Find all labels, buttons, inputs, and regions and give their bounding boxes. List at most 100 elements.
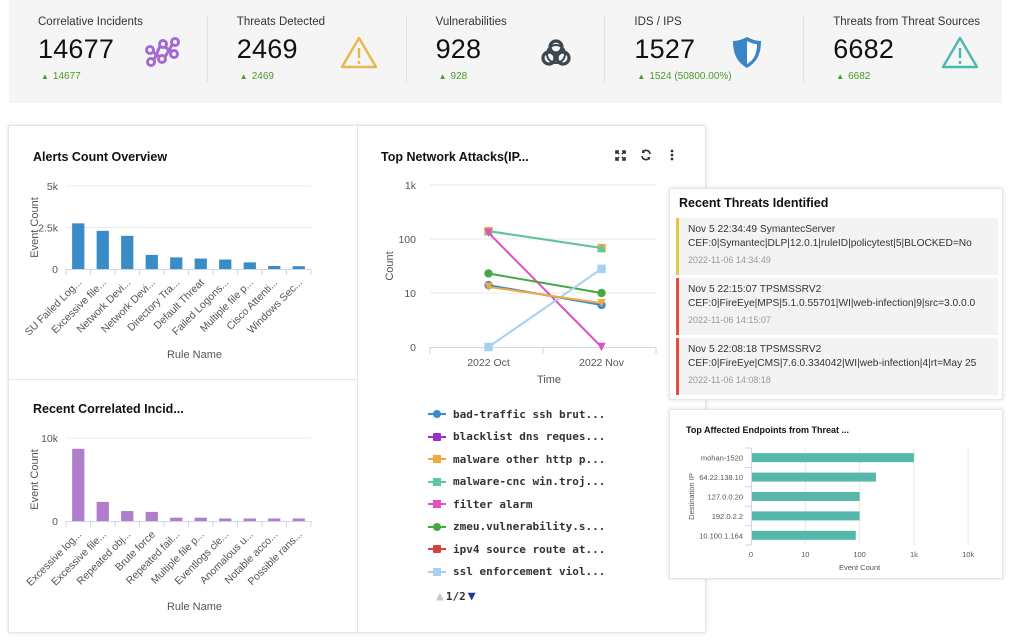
kpi-title: Threats from Threat Sources xyxy=(833,16,980,28)
pager-next-icon[interactable]: ▼ xyxy=(468,589,476,604)
legend-item[interactable]: malware-cnc win.troj... xyxy=(428,471,605,494)
bar[interactable] xyxy=(243,262,256,269)
legend-item[interactable]: blacklist dns reques... xyxy=(428,426,605,449)
kpi-delta-value: 928 xyxy=(450,71,468,82)
legend-item[interactable]: zmeu.vulnerability.s... xyxy=(428,516,605,539)
x-tick-label: 1k xyxy=(910,550,918,559)
y-tick-label: 192.0.2.2 xyxy=(712,512,743,521)
legend-marker-icon xyxy=(428,432,446,442)
legend-item[interactable]: malware other http p... xyxy=(428,448,605,471)
legend-label: malware other http p... xyxy=(453,452,606,466)
series-line xyxy=(484,282,606,308)
refresh-icon[interactable] xyxy=(639,148,653,162)
kpi-delta-value: 2469 xyxy=(251,71,274,82)
bar[interactable] xyxy=(268,518,281,521)
series-line xyxy=(484,264,606,352)
arrow-up-icon: ▲ xyxy=(836,72,845,81)
affected-endpoints-card: Top Affected Endpoints from Threat ... 0… xyxy=(669,409,1003,579)
bar[interactable] xyxy=(268,266,281,269)
series-path xyxy=(488,230,602,250)
kpi-threats-detected[interactable]: Threats Detected 2469 ▲ 2469 xyxy=(206,0,406,103)
x-tick-label: 10 xyxy=(801,550,809,559)
bar[interactable] xyxy=(72,223,85,269)
kpi-threats-from-sources[interactable]: Threats from Threat Sources 6682 ▲ 6682 xyxy=(803,0,1002,103)
kpi-ids-ips[interactable]: IDS / IPS 1527 ▲ 1524 (50800.00%) xyxy=(604,0,803,103)
y-tick-label: 127.0.0.20 xyxy=(708,493,743,502)
bar[interactable] xyxy=(243,518,256,521)
more-vertical-icon[interactable] xyxy=(665,148,679,162)
bar[interactable] xyxy=(145,511,158,521)
legend-marker-icon xyxy=(428,499,446,509)
bar[interactable] xyxy=(194,258,207,269)
biohazard-icon xyxy=(540,39,571,66)
arrow-up-icon: ▲ xyxy=(239,72,248,81)
bar[interactable] xyxy=(121,511,134,521)
bar[interactable] xyxy=(219,518,232,521)
bar[interactable] xyxy=(292,266,305,269)
data-point xyxy=(597,264,606,274)
network-attacks-legend: bad-traffic ssh brut... blacklist dns req… xyxy=(428,403,605,604)
x-axis-title: Rule Name xyxy=(167,601,222,613)
legend-marker-icon xyxy=(428,477,446,487)
bar[interactable] xyxy=(170,257,183,269)
bar[interactable] xyxy=(752,492,860,501)
arrow-up-icon: ▲ xyxy=(41,72,49,81)
y-tick-label: 1k xyxy=(405,180,417,192)
y-tick-label: 10k xyxy=(41,433,59,445)
bar[interactable] xyxy=(96,501,109,521)
data-point xyxy=(484,342,493,352)
legend-item[interactable]: ssl enforcement viol... xyxy=(428,561,605,584)
pager-text: 1/2 xyxy=(445,590,466,603)
threat-item[interactable]: Nov 5 22:08:18 TPSMSSRV2 CEF:0|FireEye|C… xyxy=(676,338,998,395)
widget-title-alerts: Alerts Count Overview xyxy=(33,150,168,164)
kpi-value: 2469 xyxy=(236,34,298,64)
legend-label: bad-traffic ssh brut... xyxy=(453,407,606,421)
legend-item[interactable]: ipv4 source route at... xyxy=(428,538,605,561)
data-point xyxy=(484,269,493,278)
divider xyxy=(9,379,357,380)
kpi-delta: ▲ 928 xyxy=(436,71,605,82)
threat-source: Nov 5 22:15:07 TPSMSSRV2 xyxy=(688,284,822,295)
correlated-incidents-chart: 010kExcessive log...Excessive file...Rep… xyxy=(24,433,312,613)
bar[interactable] xyxy=(72,448,85,521)
bar[interactable] xyxy=(170,517,183,521)
expand-icon[interactable] xyxy=(613,148,627,162)
legend-label: malware-cnc win.troj... xyxy=(453,475,606,489)
legend-marker-icon xyxy=(428,567,446,577)
kpi-correlative-incidents[interactable]: Correlative Incidents 14677 ▲ 14677 xyxy=(9,0,207,103)
bar[interactable] xyxy=(145,254,158,269)
series-path xyxy=(487,268,603,348)
bar[interactable] xyxy=(752,472,876,482)
legend-item[interactable]: bad-traffic ssh brut... xyxy=(428,403,605,426)
bar[interactable] xyxy=(752,530,856,540)
kpi-delta: ▲ 14677 xyxy=(38,71,207,82)
bar[interactable] xyxy=(219,259,232,269)
bar[interactable] xyxy=(96,230,109,269)
bar[interactable] xyxy=(752,453,914,463)
widget-title-network: Top Network Attacks(IP... xyxy=(381,150,529,164)
threat-item[interactable]: Nov 5 22:34:49 SymantecServer CEF:0|Syma… xyxy=(676,218,998,275)
threat-item[interactable]: Nov 5 22:15:07 TPSMSSRV2 CEF:0|FireEye|M… xyxy=(676,278,998,335)
recent-threats-card: Recent Threats Identified Nov 5 22:34:49… xyxy=(669,188,1003,400)
legend-marker-icon xyxy=(428,454,446,464)
bar[interactable] xyxy=(292,518,305,521)
widget-title-correlated: Recent Correlated Incid... xyxy=(33,402,184,416)
threat-message: CEF:0|FireEye|MPS|5.1.0.55701|WI|web-inf… xyxy=(688,298,976,309)
graph-nodes-icon xyxy=(145,37,180,67)
pager-prev-icon[interactable]: ▲ xyxy=(436,589,444,604)
kpi-title: IDS / IPS xyxy=(634,16,682,28)
kpi-title: Correlative Incidents xyxy=(38,16,143,28)
widget-title-endpoints: Top Affected Endpoints from Threat ... xyxy=(686,425,849,435)
y-tick-label: 100 xyxy=(398,234,416,246)
legend-item[interactable]: filter alarm xyxy=(428,493,605,516)
x-tick-label: 10k xyxy=(962,550,974,559)
y-tick-label: 0 xyxy=(410,342,416,354)
legend-label: zmeu.vulnerability.s... xyxy=(453,520,606,534)
x-axis-title: Rule Name xyxy=(167,349,222,361)
kpi-delta-value: 14677 xyxy=(52,71,81,82)
y-axis-title: Event Count xyxy=(29,197,41,258)
bar[interactable] xyxy=(194,517,207,521)
bar[interactable] xyxy=(752,511,860,521)
bar[interactable] xyxy=(121,235,134,269)
kpi-vulnerabilities[interactable]: Vulnerabilities 928 ▲ 928 xyxy=(405,0,605,103)
